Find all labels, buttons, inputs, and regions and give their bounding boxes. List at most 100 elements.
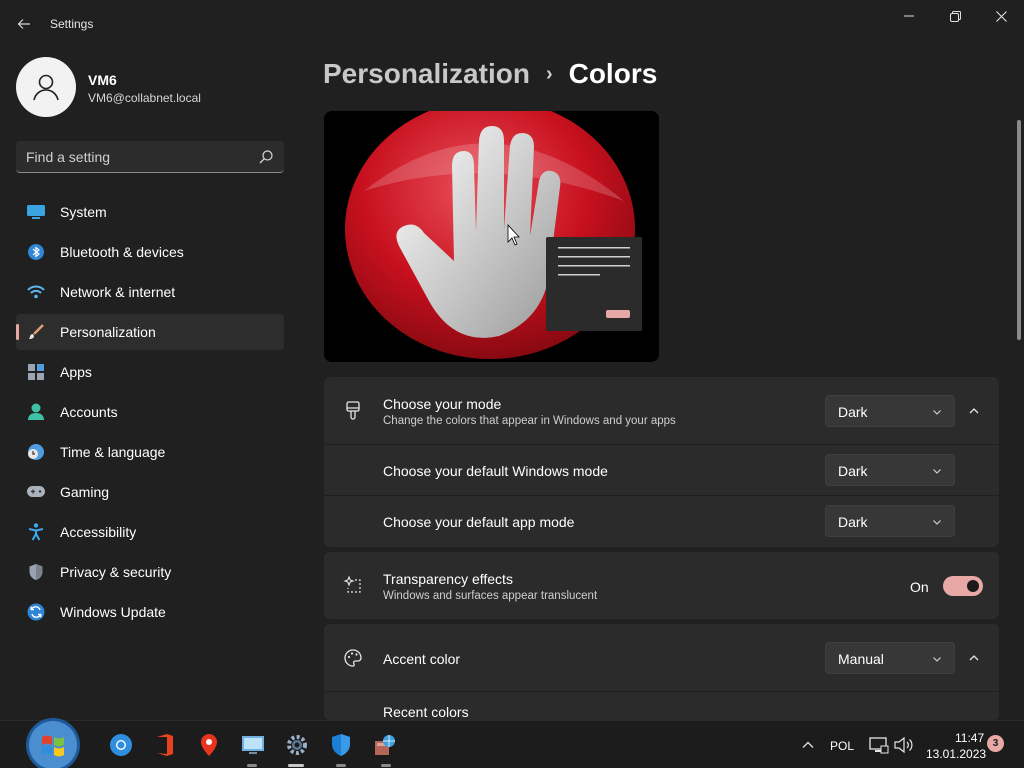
restore-button[interactable] bbox=[932, 0, 978, 32]
mode-dropdown-value: Dark bbox=[838, 404, 868, 420]
breadcrumb-separator: › bbox=[545, 62, 553, 85]
wifi-icon bbox=[26, 282, 46, 302]
active-indicator bbox=[336, 764, 346, 767]
transparency-card: Transparency effects Windows and surface… bbox=[324, 552, 999, 619]
mode-title: Choose your mode bbox=[383, 396, 502, 412]
app-mode-dropdown[interactable]: Dark bbox=[825, 505, 955, 537]
accounts-icon bbox=[26, 402, 46, 422]
divider bbox=[324, 691, 999, 692]
system-icon bbox=[26, 202, 46, 222]
sidebar-item-apps[interactable]: Apps bbox=[16, 354, 284, 390]
sidebar-item-label: Accessibility bbox=[60, 524, 137, 540]
office-icon[interactable] bbox=[151, 731, 179, 759]
windows-mode-label: Choose your default Windows mode bbox=[383, 463, 608, 479]
taskbar: POL 11:47 13.01.2023 bbox=[0, 718, 1024, 768]
breadcrumb-parent[interactable]: Personalization bbox=[323, 58, 530, 90]
close-icon bbox=[995, 10, 1007, 22]
sidebar-item-label: Time & language bbox=[60, 444, 166, 460]
sidebar-item-label: Accounts bbox=[60, 404, 118, 420]
show-hidden-icons-button[interactable] bbox=[794, 731, 822, 759]
sidebar-item-accounts[interactable]: Accounts bbox=[16, 394, 284, 430]
divider bbox=[324, 444, 999, 445]
sidebar-item-label: System bbox=[60, 204, 107, 220]
scrollbar[interactable] bbox=[1017, 120, 1021, 340]
accessibility-icon bbox=[26, 522, 46, 542]
mode-dropdown[interactable]: Dark bbox=[825, 395, 955, 427]
app-mode-label: Choose your default app mode bbox=[383, 514, 575, 530]
collapse-mode-button[interactable] bbox=[964, 401, 984, 421]
search-icon[interactable] bbox=[258, 149, 274, 165]
divider bbox=[324, 495, 999, 496]
sidebar-item-bluetooth[interactable]: Bluetooth & devices bbox=[16, 234, 284, 270]
language-indicator[interactable]: POL bbox=[830, 739, 854, 753]
sidebar-item-label: Bluetooth & devices bbox=[60, 244, 184, 260]
restore-icon bbox=[949, 10, 961, 22]
title-bar: Settings bbox=[0, 0, 1024, 48]
notification-badge[interactable]: 3 bbox=[987, 735, 1004, 752]
gamepad-icon bbox=[26, 482, 46, 502]
sidebar-item-gaming[interactable]: Gaming bbox=[16, 474, 284, 510]
sidebar-item-label: Gaming bbox=[60, 484, 110, 500]
collapse-accent-button[interactable] bbox=[964, 648, 984, 668]
sparkle-icon bbox=[342, 574, 364, 596]
brush-icon bbox=[26, 322, 46, 342]
palette-icon bbox=[342, 647, 364, 669]
clock-globe-icon bbox=[26, 442, 46, 462]
network-globe-icon[interactable] bbox=[371, 731, 399, 759]
sidebar-item-accessibility[interactable]: Accessibility bbox=[16, 514, 284, 550]
search-box[interactable] bbox=[16, 141, 284, 173]
theme-preview bbox=[324, 111, 659, 362]
chevron-up-icon bbox=[969, 408, 979, 414]
start-button[interactable] bbox=[20, 715, 86, 768]
active-indicator bbox=[247, 764, 257, 767]
search-input[interactable] bbox=[26, 147, 246, 167]
app-title: Settings bbox=[50, 17, 94, 31]
accent-dropdown[interactable]: Manual bbox=[825, 642, 955, 674]
windows-orb-icon bbox=[26, 718, 80, 768]
maps-pin-icon[interactable] bbox=[195, 731, 223, 759]
paint-brush-icon bbox=[342, 400, 364, 422]
chevron-up-icon bbox=[802, 741, 814, 748]
active-indicator bbox=[288, 764, 304, 767]
sidebar-item-label: Windows Update bbox=[60, 604, 166, 620]
accent-card: Accent color Manual Recent colors bbox=[324, 624, 999, 720]
user-icon bbox=[33, 74, 59, 101]
chevron-down-icon bbox=[933, 410, 941, 415]
breadcrumb: Personalization › Colors bbox=[323, 58, 657, 90]
update-icon bbox=[26, 602, 46, 622]
chevron-down-icon bbox=[933, 520, 941, 525]
transparency-title: Transparency effects bbox=[383, 571, 513, 587]
sidebar-item-network[interactable]: Network & internet bbox=[16, 274, 284, 310]
settings-gear-icon[interactable] bbox=[283, 731, 311, 759]
mode-subtitle: Change the colors that appear in Windows… bbox=[383, 415, 676, 427]
clock-date[interactable]: 13.01.2023 bbox=[926, 747, 986, 761]
sidebar-item-system[interactable]: System bbox=[16, 194, 284, 230]
chrome-icon[interactable] bbox=[107, 731, 135, 759]
windows-mode-dropdown[interactable]: Dark bbox=[825, 454, 955, 486]
defender-shield-icon[interactable] bbox=[327, 731, 355, 759]
sidebar-item-label: Network & internet bbox=[60, 284, 176, 300]
sidebar-item-time-language[interactable]: Time & language bbox=[16, 434, 284, 470]
back-arrow-icon bbox=[17, 19, 30, 29]
avatar[interactable] bbox=[16, 57, 76, 117]
close-button[interactable] bbox=[978, 0, 1024, 32]
sidebar-item-privacy-security[interactable]: Privacy & security bbox=[16, 554, 284, 590]
transparency-toggle[interactable] bbox=[943, 576, 983, 596]
transparency-state-label: On bbox=[910, 579, 929, 595]
minimize-button[interactable] bbox=[886, 0, 932, 32]
sidebar-item-windows-update[interactable]: Windows Update bbox=[16, 594, 284, 630]
clock-time[interactable]: 11:47 bbox=[955, 731, 984, 745]
remote-desktop-icon[interactable] bbox=[239, 731, 267, 759]
app-mode-value: Dark bbox=[838, 514, 868, 530]
shield-icon bbox=[26, 562, 46, 582]
chevron-down-icon bbox=[933, 657, 941, 662]
sidebar-item-personalization[interactable]: Personalization bbox=[16, 314, 284, 350]
page-title: Colors bbox=[568, 58, 658, 89]
sidebar-nav: System Bluetooth & devices Network & int… bbox=[16, 194, 284, 634]
recent-colors-label: Recent colors bbox=[383, 704, 469, 720]
sidebar-item-label: Personalization bbox=[60, 324, 156, 340]
transparency-subtitle: Windows and surfaces appear translucent bbox=[383, 590, 598, 602]
volume-icon[interactable] bbox=[889, 731, 917, 759]
back-button[interactable] bbox=[10, 10, 38, 38]
user-name: VM6 bbox=[88, 72, 117, 88]
